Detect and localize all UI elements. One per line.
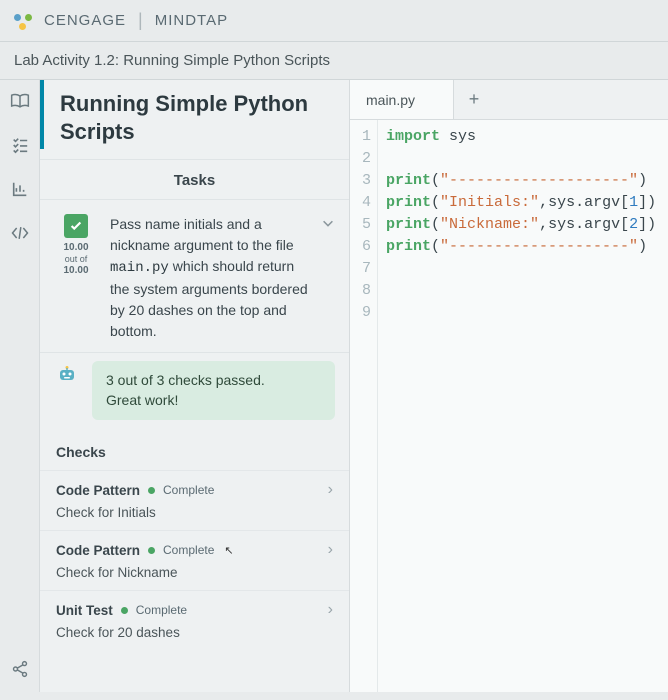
chevron-right-icon[interactable]: › [328, 481, 333, 499]
instructions-panel: Running Simple Python Scripts Tasks 10.0… [40, 80, 350, 692]
chart-icon[interactable] [9, 178, 31, 200]
lab-title: Lab Activity 1.2: Running Simple Python … [0, 41, 668, 80]
code-icon[interactable] [9, 222, 31, 244]
check-icon [64, 214, 88, 238]
result-row: 3 out of 3 checks passed. Great work! [40, 353, 349, 434]
status-dot-icon [121, 607, 128, 614]
score-total: 10.00 [63, 265, 88, 276]
panel-title-wrap: Running Simple Python Scripts [40, 80, 349, 149]
result-line-1: 3 out of 3 checks passed. [106, 372, 265, 388]
task-description: Pass name initials and a nickname argume… [110, 214, 309, 342]
line-gutter: 1 2 3 4 5 6 7 8 9 [350, 120, 378, 692]
check-description: Check for 20 dashes [56, 625, 333, 640]
code-content[interactable]: import sys print("--------------------")… [378, 120, 656, 692]
brand-name: CENGAGE [44, 12, 126, 29]
score-earned: 10.00 [63, 242, 88, 253]
task-score-col: 10.00 out of 10.00 [54, 214, 98, 342]
tasks-heading: Tasks [40, 159, 349, 200]
side-rail [0, 80, 40, 692]
tab-label: main.py [366, 92, 415, 108]
chevron-right-icon[interactable]: › [328, 601, 333, 619]
check-type: Code Pattern [56, 543, 140, 558]
product-name: MINDTAP [155, 12, 228, 29]
checklist-icon[interactable] [9, 134, 31, 156]
check-description: Check for Nickname [56, 565, 333, 580]
check-status: Complete [136, 603, 187, 617]
task-item[interactable]: 10.00 out of 10.00 Pass name initials an… [40, 200, 349, 353]
share-icon[interactable] [9, 658, 31, 680]
check-item[interactable]: Unit Test Complete › Check for 20 dashes [40, 590, 349, 650]
panel-title: Running Simple Python Scripts [60, 90, 333, 145]
add-tab-button[interactable]: + [454, 89, 494, 110]
score-outof-label: out of [65, 254, 88, 264]
result-line-2: Great work! [106, 392, 178, 408]
result-message: 3 out of 3 checks passed. Great work! [92, 361, 335, 420]
app-header: CENGAGE | MINDTAP [0, 0, 668, 41]
status-dot-icon [148, 547, 155, 554]
check-item[interactable]: Code Pattern Complete › Check for Initials [40, 470, 349, 530]
check-type: Code Pattern [56, 483, 140, 498]
status-dot-icon [148, 487, 155, 494]
brand-logo-icon [14, 12, 32, 30]
chevron-right-icon[interactable]: › [328, 541, 333, 559]
book-icon[interactable] [9, 90, 31, 112]
robot-icon [54, 361, 80, 387]
code-editor[interactable]: 1 2 3 4 5 6 7 8 9 import sys print("----… [350, 120, 668, 692]
main-area: Running Simple Python Scripts Tasks 10.0… [0, 80, 668, 692]
editor-tab-bar: main.py + [350, 80, 668, 120]
chevron-down-icon[interactable] [321, 214, 335, 342]
task-score: 10.00 out of 10.00 [63, 242, 88, 277]
task-text-pre: Pass name initials and a nickname argume… [110, 216, 294, 253]
cursor-icon: ↖ [224, 544, 233, 557]
code-panel: main.py + 1 2 3 4 5 6 7 8 9 import sys p… [350, 80, 668, 692]
checks-heading: Checks [40, 434, 349, 470]
check-type: Unit Test [56, 603, 113, 618]
task-code: main.py [110, 260, 169, 276]
check-item[interactable]: Code Pattern Complete ↖ › Check for Nickname [40, 530, 349, 590]
check-status: Complete [163, 543, 214, 557]
brand-divider: | [138, 10, 143, 31]
checks-list: Code PatternComplete›Check for InitialsC… [40, 470, 349, 650]
check-description: Check for Initials [56, 505, 333, 520]
tab-mainpy[interactable]: main.py [350, 80, 454, 119]
check-status: Complete [163, 483, 214, 497]
